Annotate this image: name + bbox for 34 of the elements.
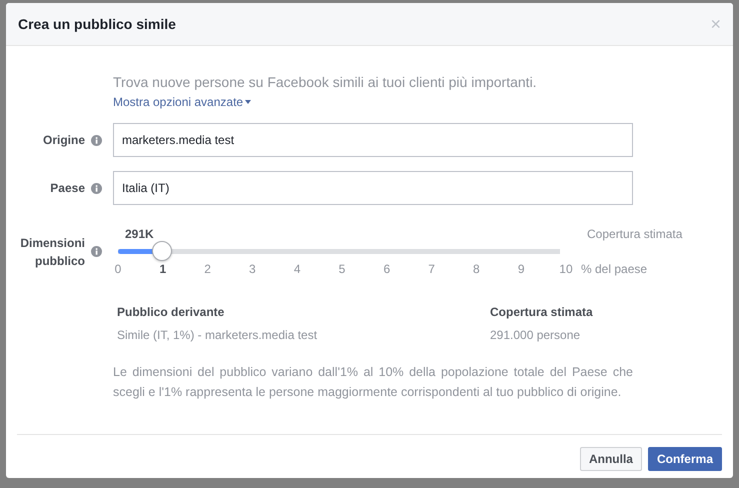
table-cell-text: Simile (IT, 1%) - marketers.media test — [117, 328, 318, 342]
advanced-options-link[interactable]: Mostra opzioni avanzate — [113, 95, 252, 109]
tick-label: 1 — [158, 262, 168, 276]
caret-icon — [245, 100, 252, 104]
tick-label: 9 — [516, 262, 526, 276]
reach-value: 291K — [125, 227, 154, 241]
tick-label: 4 — [292, 262, 302, 276]
tick-label: 8 — [472, 262, 481, 276]
intro-text: Trova nuove persone su Facebook simili ai tuoi clienti più importanti. — [113, 74, 537, 90]
confirm-button[interactable]: Conferma — [648, 447, 722, 471]
field-label: Dimensioni pubblico — [19, 234, 85, 270]
text-field[interactable]: Italia (IT) — [113, 171, 633, 205]
tick-label: 5 — [338, 262, 346, 276]
text-field[interactable]: marketers.media test — [113, 123, 633, 157]
unit-label: % del paese — [581, 262, 648, 276]
reach-caption: Copertura stimata — [587, 227, 684, 241]
info-icon — [91, 134, 102, 146]
note-text: Le dimensioni del pubblico variano dall'1% al 10% della popolazione totale del Paese che scegli e l'1% rappresenta le persone maggiormente corrispondenti al tuo pubblico di origine. — [113, 364, 633, 401]
field-label: Origine — [42, 133, 85, 147]
slider-thumb[interactable] — [152, 241, 172, 261]
info-icon — [91, 246, 102, 257]
tick-label: 3 — [248, 262, 257, 276]
dialog-title: Crea un pubblico simile — [18, 16, 176, 32]
info-icon — [91, 182, 102, 194]
field-label: Paese — [50, 181, 85, 195]
tick-label: 2 — [203, 262, 212, 276]
column-header: Copertura stimata — [490, 305, 594, 319]
tick-label: 10 — [558, 262, 573, 276]
tick-label: 6 — [382, 262, 392, 276]
cancel-button[interactable]: Annulla — [580, 447, 642, 471]
tick-label: 7 — [427, 262, 436, 276]
tick-label: 0 — [114, 262, 122, 276]
table-cell-text: 291.000 persone — [490, 328, 582, 342]
column-header: Pubblico derivante — [117, 305, 226, 319]
